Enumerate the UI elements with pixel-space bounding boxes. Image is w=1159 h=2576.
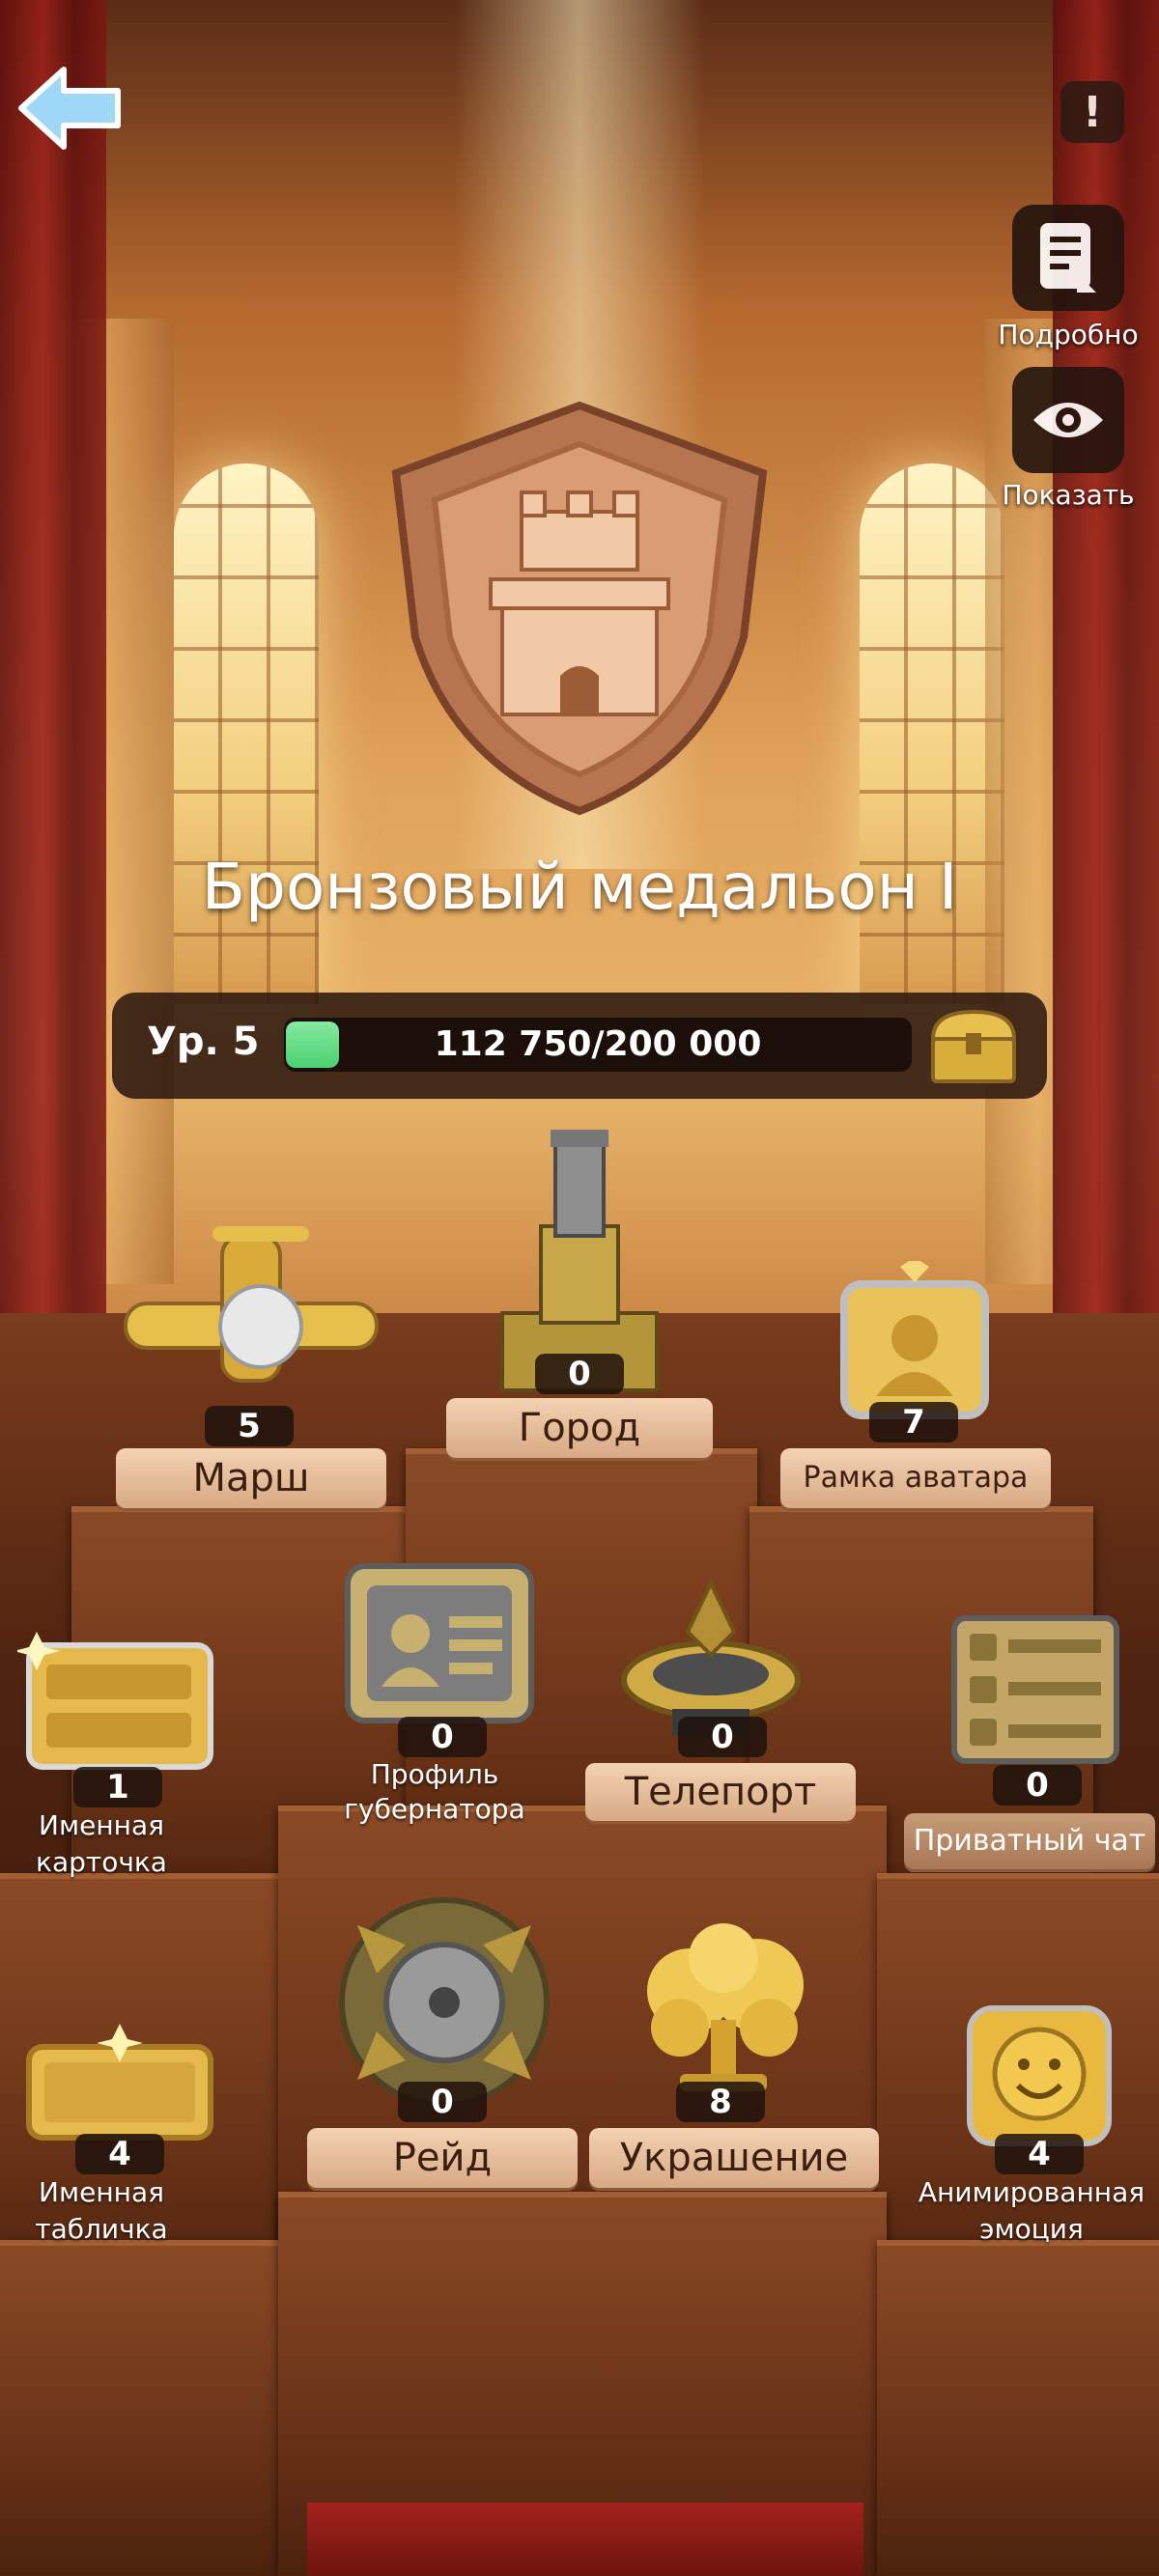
item-governor-profile-label: Профиль губернатора <box>344 1758 525 1825</box>
show-button[interactable] <box>1012 367 1124 473</box>
name-card-icon <box>14 1632 213 1770</box>
show-label: Показать <box>1002 479 1135 511</box>
raid-icon <box>339 1897 550 2108</box>
item-name-card-count: 1 <box>73 1767 162 1807</box>
item-avatar-frame[interactable] <box>833 1257 997 1425</box>
item-nameplate[interactable] <box>23 2024 216 2143</box>
item-march[interactable] <box>116 1217 386 1410</box>
nameplate-icon <box>26 2024 213 2141</box>
item-decoration-label: Украшение <box>589 2128 879 2188</box>
item-city-count: 0 <box>535 1354 624 1394</box>
level-panel: Ур. 5 112 750/200 000 <box>112 993 1047 1099</box>
bronze-medallion <box>377 396 782 821</box>
item-teleport-label: Телепорт <box>585 1763 856 1821</box>
teleport-icon <box>621 1579 801 1736</box>
item-avatar-frame-label: Рамка аватара <box>780 1448 1051 1508</box>
back-button[interactable] <box>14 60 126 156</box>
podium-right-low <box>877 2240 1159 2576</box>
governor-profile-icon <box>345 1563 534 1723</box>
red-carpet <box>307 2503 863 2576</box>
item-march-count: 5 <box>205 1406 294 1446</box>
medal-title: Бронзовый медальон I <box>201 850 958 924</box>
details-label: Подробно <box>998 319 1139 350</box>
item-animated-emotion-count: 4 <box>995 2134 1084 2174</box>
private-chat-icon <box>951 1615 1119 1764</box>
item-private-chat-label: Приватный чат <box>904 1813 1155 1869</box>
item-raid-count: 0 <box>398 2082 487 2122</box>
item-animated-emotion[interactable] <box>964 2004 1115 2149</box>
avatar-frame-icon <box>840 1257 989 1419</box>
item-governor-profile-count: 0 <box>398 1717 487 1757</box>
right-curtain <box>1053 0 1159 1352</box>
castle-shield-icon <box>391 401 768 816</box>
treasure-chest-icon <box>930 1009 1017 1083</box>
exclamation-icon: ! <box>1082 87 1103 137</box>
plane-icon <box>124 1226 379 1383</box>
item-decoration-count: 8 <box>676 2082 765 2122</box>
level-label: Ур. 5 <box>147 1020 260 1064</box>
left-curtain <box>0 0 106 1352</box>
document-icon <box>1040 223 1096 293</box>
item-raid[interactable] <box>328 1896 560 2109</box>
item-private-chat-count: 0 <box>993 1765 1082 1806</box>
eye-icon <box>1033 403 1103 437</box>
back-arrow-icon <box>18 67 121 150</box>
item-city-label: Город <box>446 1398 713 1458</box>
reward-chest-button[interactable] <box>925 1004 1022 1087</box>
item-governor-profile[interactable] <box>338 1547 541 1730</box>
details-button[interactable] <box>1012 205 1124 311</box>
item-name-card-label: Именная карточка <box>36 1809 167 1878</box>
item-raid-label: Рейд <box>307 2128 578 2188</box>
progress-text: 112 750/200 000 <box>434 1024 762 1064</box>
item-teleport[interactable] <box>614 1574 807 1738</box>
smiley-icon <box>967 2005 1112 2146</box>
item-private-chat[interactable] <box>948 1612 1122 1767</box>
item-decoration[interactable] <box>622 1923 825 2097</box>
item-march-label: Марш <box>116 1448 386 1508</box>
item-teleport-count: 0 <box>678 1717 767 1757</box>
item-animated-emotion-label: Анимированная эмоция <box>918 2176 1145 2245</box>
item-avatar-frame-count: 7 <box>869 1402 958 1442</box>
item-nameplate-label: Именная табличка <box>35 2176 168 2245</box>
item-nameplate-count: 4 <box>75 2134 164 2174</box>
tree-decoration-icon <box>647 1923 804 2091</box>
podium-left-low <box>0 2240 299 2576</box>
info-button[interactable]: ! <box>1060 81 1124 143</box>
item-name-card[interactable] <box>14 1632 220 1777</box>
